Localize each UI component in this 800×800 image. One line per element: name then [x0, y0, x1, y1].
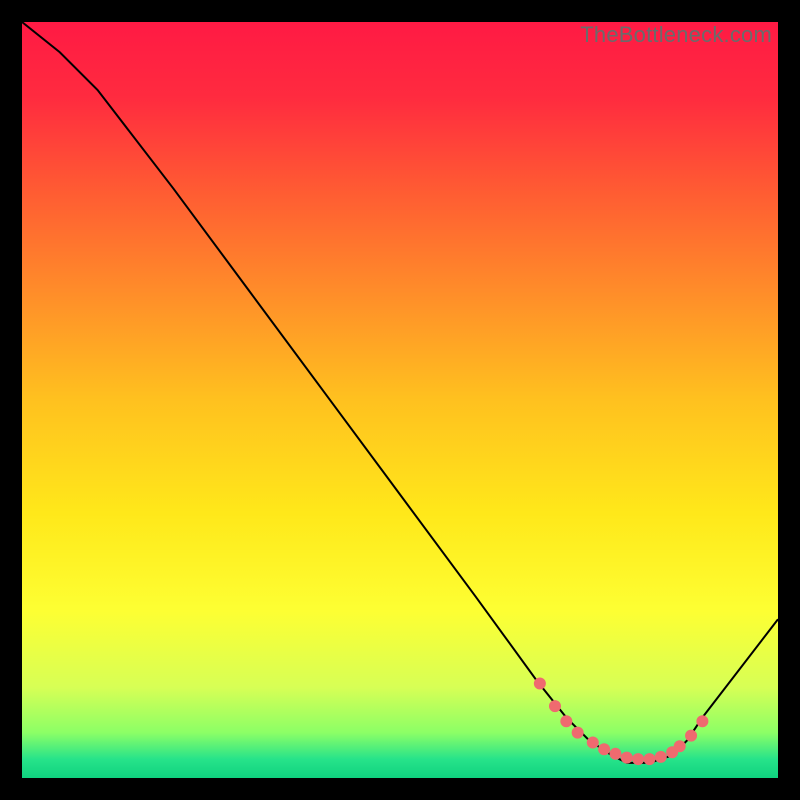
watermark-text: TheBottleneck.com [580, 22, 772, 48]
chart-marker [549, 700, 561, 712]
chart-marker [685, 730, 697, 742]
chart-frame: TheBottleneck.com [22, 22, 778, 778]
chart-marker [632, 753, 644, 765]
chart-marker [560, 715, 572, 727]
chart-marker [572, 727, 584, 739]
chart-marker [598, 743, 610, 755]
chart-marker [674, 740, 686, 752]
chart-marker [643, 753, 655, 765]
chart-marker [655, 751, 667, 763]
chart-marker [609, 748, 621, 760]
chart-marker [534, 678, 546, 690]
chart-marker [587, 736, 599, 748]
chart-marker [621, 752, 633, 764]
chart-background [22, 22, 778, 778]
chart-marker [696, 715, 708, 727]
chart-svg [22, 22, 778, 778]
